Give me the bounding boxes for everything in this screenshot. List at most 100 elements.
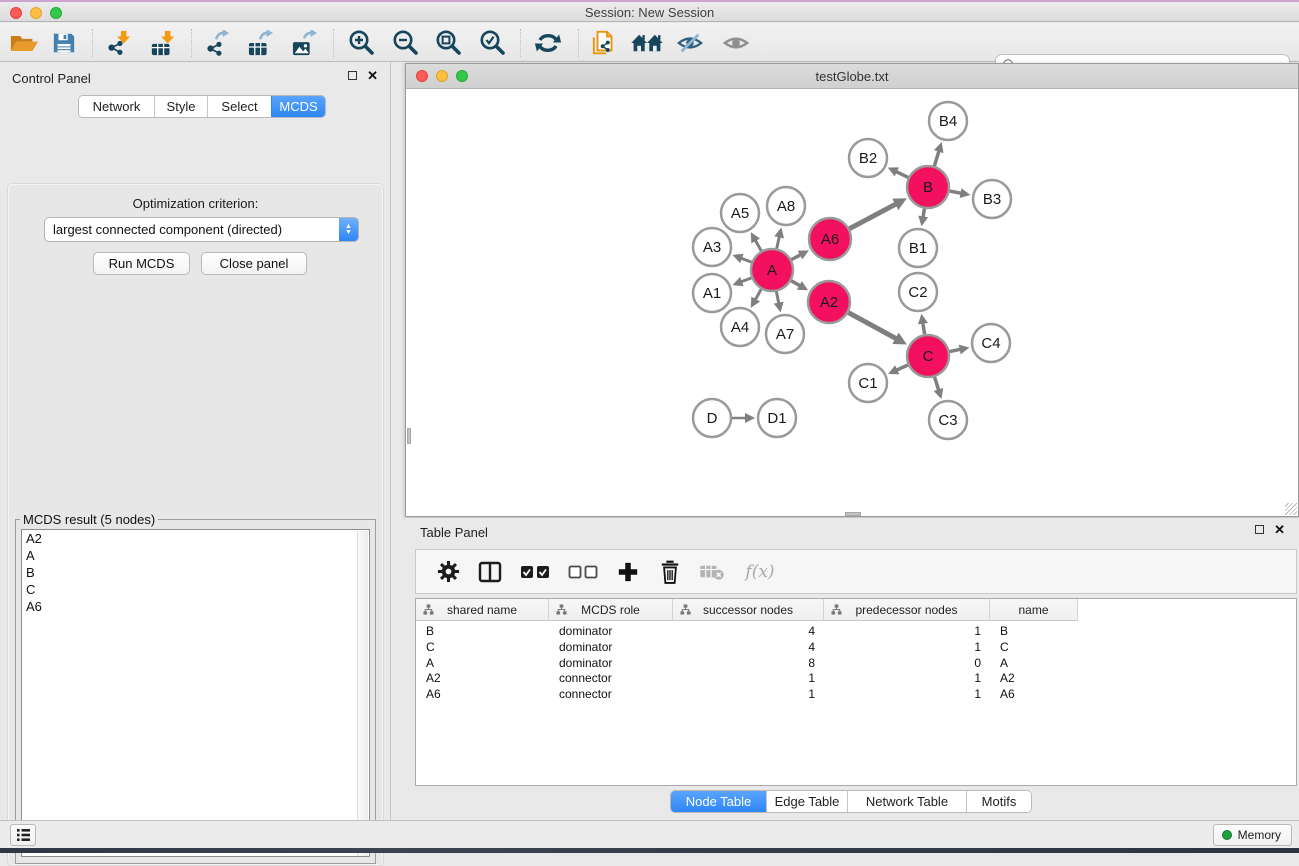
tab-mcds[interactable]: MCDS (271, 96, 325, 117)
save-session-icon[interactable] (46, 27, 82, 59)
zoom-out-icon[interactable] (387, 27, 423, 59)
table-cell: 1 (824, 686, 990, 702)
memory-status-icon (1222, 830, 1232, 840)
graph-node-label: A7 (776, 326, 794, 343)
show-panel-icon[interactable] (718, 27, 754, 59)
tab-style[interactable]: Style (154, 96, 207, 117)
graph-node-label: C1 (858, 375, 877, 392)
table-float-panel-icon[interactable] (1255, 525, 1264, 534)
run-mcds-button[interactable]: Run MCDS (93, 252, 190, 275)
network-graph[interactable]: AA1A2A3A4A5A6A7A8BB1B2B3B4CC1C2C3C4DD1 (407, 90, 1297, 516)
column-header-successor-nodes[interactable]: successor nodes (673, 599, 824, 621)
graph-edge-A-A4[interactable] (755, 289, 762, 301)
home-views-icon[interactable] (629, 27, 665, 59)
table-cell: dominator (549, 639, 673, 655)
graph-arrowhead (918, 314, 928, 325)
tab-node-table[interactable]: Node Table (671, 791, 766, 812)
select-all-checkboxes-icon[interactable] (518, 557, 552, 587)
graph-arrowhead (960, 188, 971, 198)
table-cell: 1 (824, 670, 990, 686)
mcds-list-scrollbar[interactable] (357, 531, 368, 857)
mcds-result-item[interactable]: A6 (22, 598, 369, 615)
graph-arrowhead (774, 302, 784, 313)
mcds-result-item[interactable]: C (22, 581, 369, 598)
settings-gear-icon[interactable] (434, 557, 462, 587)
graph-node-label: A6 (821, 231, 839, 248)
new-network-icon[interactable] (587, 27, 623, 59)
table-row[interactable]: Adominator80A (416, 655, 1078, 671)
network-vscroll-nub[interactable] (407, 428, 411, 444)
table-row[interactable]: A6connector11A6 (416, 686, 1078, 702)
graph-edge-B-B4[interactable] (934, 150, 939, 166)
zoom-in-icon[interactable] (343, 27, 379, 59)
graph-arrowhead (745, 413, 755, 423)
graph-edge-A-A5[interactable] (755, 239, 762, 251)
graph-node-label: A5 (731, 205, 749, 222)
refresh-icon[interactable] (530, 27, 566, 59)
tab-network-table[interactable]: Network Table (847, 791, 966, 812)
mcds-result-item[interactable]: A (22, 547, 369, 564)
tab-select[interactable]: Select (207, 96, 271, 117)
status-bar: Memory (0, 820, 1299, 848)
zoom-selected-icon[interactable] (474, 27, 510, 59)
graph-edge-A-A8[interactable] (777, 235, 780, 248)
node-table[interactable]: shared nameMCDS rolesuccessor nodesprede… (415, 598, 1297, 786)
tab-edge-table[interactable]: Edge Table (766, 791, 847, 812)
table-cell: A (416, 655, 549, 671)
export-network-icon[interactable] (200, 27, 236, 59)
add-icon[interactable] (614, 557, 642, 587)
criterion-value: largest connected component (directed) (45, 222, 339, 237)
column-header-name[interactable]: name (990, 599, 1078, 621)
task-history-button[interactable] (10, 824, 36, 846)
column-header-shared-name[interactable]: shared name (416, 599, 549, 621)
export-table-icon[interactable] (243, 27, 279, 59)
delete-table-icon[interactable] (698, 557, 726, 587)
mcds-result-item[interactable]: B (22, 564, 369, 581)
mcds-panel: Optimization criterion: largest connecte… (7, 183, 384, 866)
table-row[interactable]: Cdominator41C (416, 639, 1078, 655)
column-header-MCDS-role[interactable]: MCDS role (549, 599, 673, 621)
hide-panel-icon[interactable] (672, 27, 708, 59)
table-cell: dominator (549, 655, 673, 671)
network-window-titlebar[interactable]: testGlobe.txt (406, 64, 1298, 89)
mcds-result-item[interactable]: A2 (22, 530, 369, 547)
delete-icon[interactable] (656, 557, 684, 587)
import-table-icon[interactable] (145, 27, 181, 59)
table-cell: 4 (673, 639, 824, 655)
task-list-icon (16, 828, 31, 842)
table-row[interactable]: A2connector11A2 (416, 670, 1078, 686)
zoom-fit-icon[interactable] (430, 27, 466, 59)
export-image-icon[interactable] (287, 27, 323, 59)
criterion-dropdown[interactable]: largest connected component (directed) ▲… (44, 217, 359, 242)
mcds-result-list[interactable]: A2ABCA6 (21, 529, 370, 857)
graph-edge-B-B2[interactable] (895, 171, 908, 177)
column-header-predecessor-nodes[interactable]: predecessor nodes (824, 599, 990, 621)
resize-grip[interactable] (1285, 503, 1297, 515)
graph-edge-A6-B[interactable] (849, 203, 897, 228)
open-file-icon[interactable] (6, 27, 42, 59)
columns-icon[interactable] (476, 557, 504, 587)
control-panel-title: Control Panel (12, 71, 91, 86)
network-hscroll-nub[interactable] (845, 512, 861, 516)
table-row[interactable]: Bdominator41B (416, 623, 1078, 639)
graph-edge-C-C1[interactable] (895, 365, 908, 371)
graph-edge-C-C3[interactable] (935, 377, 939, 391)
app-title-bar: Session: New Session (0, 0, 1299, 22)
memory-button[interactable]: Memory (1213, 824, 1292, 846)
import-network-icon[interactable] (101, 27, 137, 59)
tab-motifs[interactable]: Motifs (966, 791, 1031, 812)
close-panel-button[interactable]: Close panel (201, 252, 307, 275)
table-cell: 1 (824, 623, 990, 639)
mcds-result-groupbox: MCDS result (5 nodes) A2ABCA6 (15, 519, 376, 864)
tab-network[interactable]: Network (79, 96, 154, 117)
table-cell: connector (549, 670, 673, 686)
deselect-checkboxes-icon[interactable] (566, 557, 600, 587)
control-panel: Control Panel ✕ NetworkStyleSelectMCDS O… (0, 62, 391, 820)
function-builder-icon[interactable]: f(x) (740, 557, 780, 587)
network-canvas[interactable]: AA1A2A3A4A5A6A7A8BB1B2B3B4CC1C2C3C4DD1 (407, 90, 1297, 516)
table-close-panel-icon[interactable]: ✕ (1274, 525, 1285, 534)
float-panel-icon[interactable] (348, 71, 357, 80)
graph-node-label: A3 (703, 239, 721, 256)
graph-edge-A2-C[interactable] (848, 313, 897, 340)
close-panel-icon[interactable]: ✕ (367, 71, 378, 80)
